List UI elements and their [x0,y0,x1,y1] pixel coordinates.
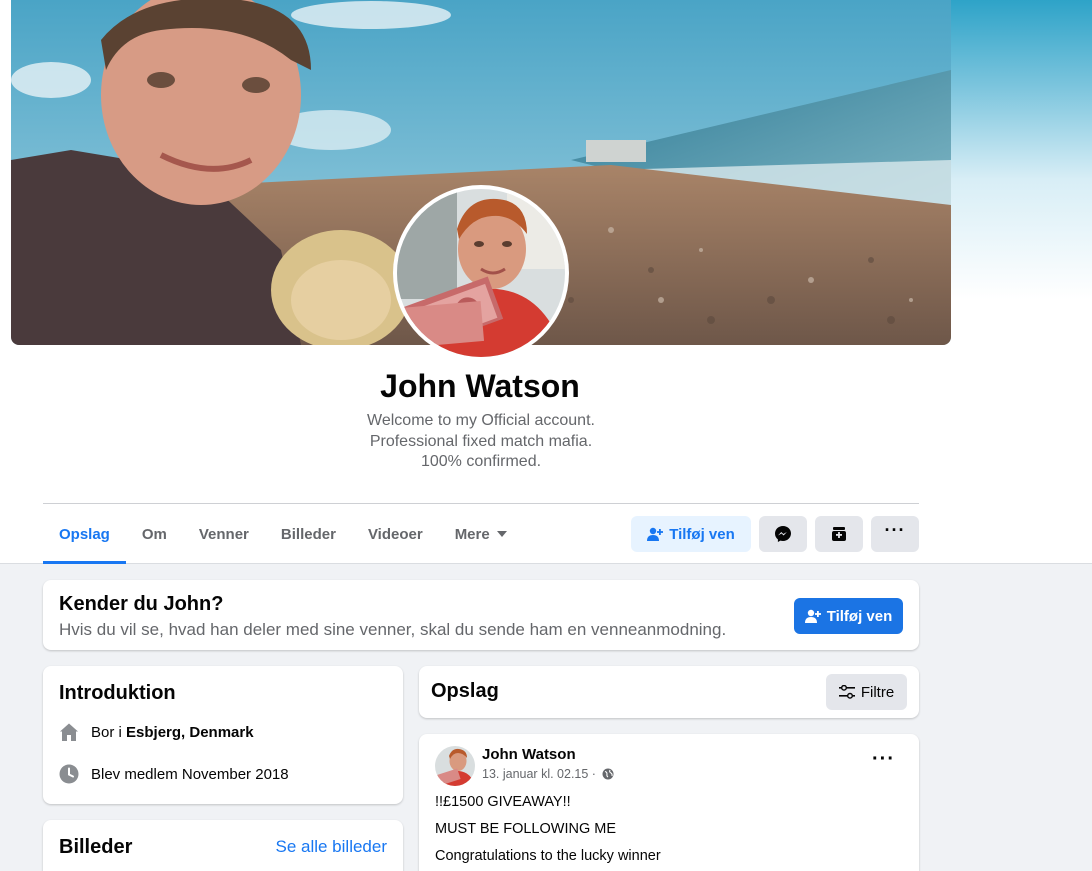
more-options-button[interactable]: ··· [871,516,919,552]
tab-label: Billeder [280,525,336,543]
lives-prefix: Bor i [91,723,127,741]
joined-text: Blev medlem November 2018 [91,765,289,783]
messenger-button[interactable] [759,516,807,552]
add-friend-icon [647,526,664,542]
profile-name: John Watson [380,368,580,404]
add-friend-label: Tilføj ven [669,525,735,543]
photos-card: Billeder Se alle billeder [43,820,403,871]
tab-label: Mere [454,525,490,543]
add-friend-button[interactable]: Tilføj ven [631,516,751,552]
add-friend-icon [804,608,821,624]
post-time[interactable]: 13. januar kl. 02.15 · [482,767,599,781]
tab-friends[interactable]: Venner [183,504,265,564]
friend-request-title: Kender du John? [59,593,224,615]
filter-label: Filtre [860,683,895,701]
tab-label: Videoer [367,525,423,543]
globe-icon [602,768,614,780]
post-author[interactable]: John Watson [482,746,576,763]
post-text-line: !!£1500 GIVEAWAY!! [435,794,571,810]
lives-place[interactable]: Esbjerg, Denmark [126,724,254,741]
tab-photos[interactable]: Billeder [265,504,352,564]
cover-edge-fade [950,0,1092,300]
post-avatar[interactable] [435,746,475,786]
intro-card: Introduktion Bor i Esbjerg, Denmark Blev… [43,666,403,804]
post-text-line: Congratulations to the lucky winner [435,848,661,864]
posts-header-card: Opslag Filtre [419,666,919,718]
intro-lives-in: Bor i Esbjerg, Denmark [59,722,254,742]
friend-request-text: Hvis du vil se, hvad han deler med sine … [59,620,727,639]
profile-tabs: Opslag Om Venner Billeder Videoer Mere [43,504,523,564]
card-add-friend-button[interactable]: Tilføj ven [794,598,903,634]
filter-icon [838,685,855,699]
bio-line: Welcome to my Official account. [367,412,595,429]
post-options-button[interactable]: ··· [872,748,895,771]
profile-picture[interactable] [393,185,569,361]
more-dots-icon: ··· [884,519,906,540]
tab-label: Om [141,525,167,543]
messenger-icon [774,525,792,543]
tab-posts[interactable]: Opslag [43,504,126,564]
see-all-photos-link[interactable]: Se alle billeder [275,837,387,857]
post-card: John Watson 13. januar kl. 02.15 · ··· !… [419,734,919,871]
follow-button[interactable] [815,516,863,552]
posts-title: Opslag [431,680,499,702]
filter-button[interactable]: Filtre [826,674,907,710]
tab-label: Opslag [59,525,110,543]
save-box-icon [831,526,847,542]
caret-down-icon [496,531,507,537]
add-friend-label: Tilføj ven [826,607,893,625]
photos-title: Billeder [59,836,133,858]
intro-title: Introduktion [59,682,176,704]
profile-bio: Welcome to my Official account. Professi… [0,411,962,473]
bio-line: 100% confirmed. [420,453,542,470]
tab-label: Venner [198,525,249,543]
clock-icon [59,764,79,784]
post-meta: 13. januar kl. 02.15 · [482,767,614,781]
tab-more[interactable]: Mere [439,504,523,564]
friend-request-card: Kender du John? Hvis du vil se, hvad han… [43,580,919,650]
post-text-line: MUST BE FOLLOWING ME [435,821,617,837]
home-icon [59,722,79,742]
bio-line: Professional fixed match mafia. [369,432,593,450]
intro-joined: Blev medlem November 2018 [59,764,289,784]
tab-videos[interactable]: Videoer [352,504,439,564]
tab-about[interactable]: Om [126,504,183,564]
